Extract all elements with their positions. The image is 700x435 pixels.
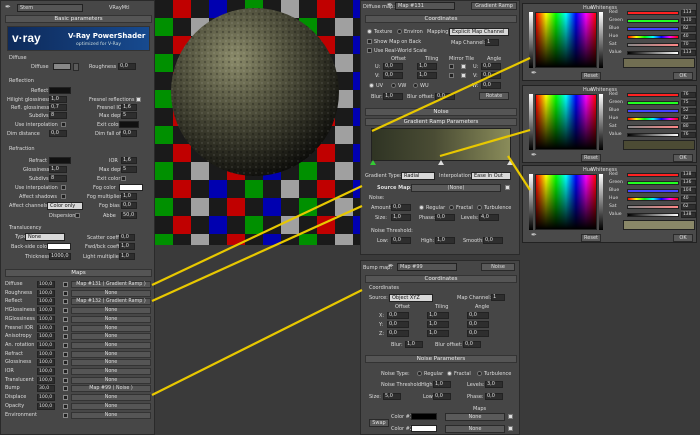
connector-bump-map <box>151 289 363 396</box>
connector-picker-1 <box>371 57 531 132</box>
connector-picker-2 <box>439 128 531 158</box>
connector-diffuse-map <box>151 185 363 286</box>
connector-picker-3 <box>507 155 531 191</box>
connector-reflect-map <box>151 204 363 303</box>
connector-lines <box>151 57 531 396</box>
